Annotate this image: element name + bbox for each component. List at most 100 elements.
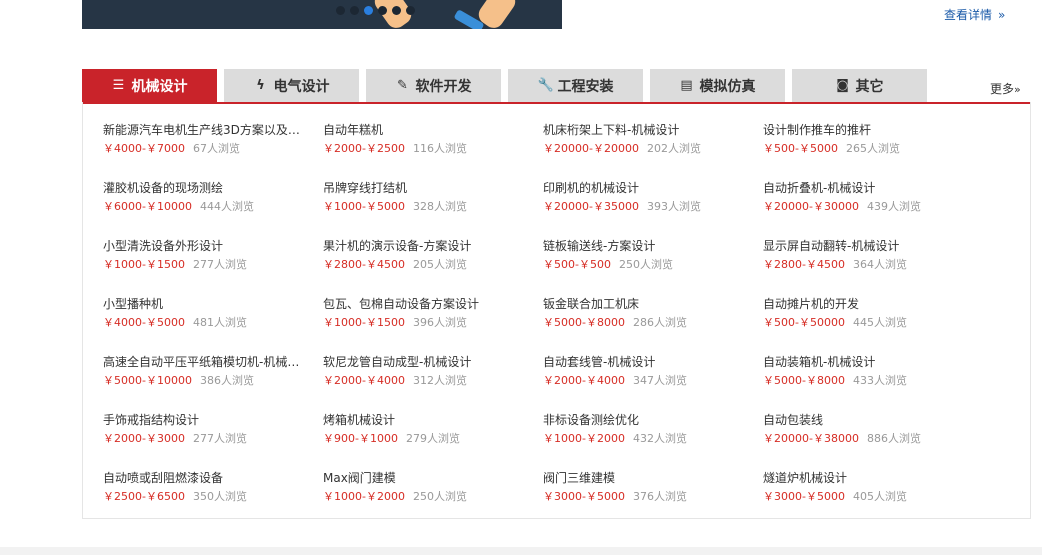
project-title-link[interactable]: 软尼龙管自动成型-机械设计: [323, 354, 523, 370]
project-title-link[interactable]: 链板输送线-方案设计: [543, 238, 743, 254]
project-title-link[interactable]: 机床桁架上下料-机械设计: [543, 122, 743, 138]
project-title-link[interactable]: 小型清洗设备外形设计: [103, 238, 303, 254]
project-title-link[interactable]: 自动套线管-机械设计: [543, 354, 743, 370]
project-title-link[interactable]: 显示屏自动翻转-机械设计: [763, 238, 963, 254]
project-title-link[interactable]: 非标设备测绘优化: [543, 412, 743, 428]
project-title-link[interactable]: 阀门三维建模: [543, 470, 743, 486]
project-title-link[interactable]: 印刷机的机械设计: [543, 180, 743, 196]
banner-carousel[interactable]: [82, 0, 562, 29]
project-item: 钣金联合加工机床 ￥5000-￥8000 286人浏览: [543, 296, 763, 354]
project-meta: ￥1000-￥1500 277人浏览: [103, 258, 323, 272]
carousel-dot[interactable]: [350, 6, 359, 15]
project-budget: ￥2800-￥4500: [763, 258, 845, 271]
wrench-icon: 🔧: [537, 78, 554, 93]
project-meta: ￥5000-￥10000 386人浏览: [103, 374, 323, 388]
project-title-link[interactable]: 手饰戒指结构设计: [103, 412, 303, 428]
project-meta: ￥20000-￥35000 393人浏览: [543, 200, 763, 214]
project-view-count: 444人浏览: [199, 200, 254, 213]
project-item: 自动折叠机-机械设计 ￥20000-￥30000 439人浏览: [763, 180, 983, 238]
project-title-link[interactable]: 设计制作推车的推杆: [763, 122, 963, 138]
project-item: 自动装箱机-机械设计 ￥5000-￥8000 433人浏览: [763, 354, 983, 412]
project-title-link[interactable]: 吊牌穿线打结机: [323, 180, 523, 196]
tab-edit[interactable]: ✎ 软件开发: [366, 69, 501, 102]
tab-lightning[interactable]: ϟ 电气设计: [224, 69, 359, 102]
tab-list[interactable]: ☰ 机械设计: [82, 69, 217, 102]
project-view-count: 347人浏览: [632, 374, 687, 387]
project-budget: ￥5000-￥8000: [543, 316, 625, 329]
project-item: 非标设备测绘优化 ￥1000-￥2000 432人浏览: [543, 412, 763, 470]
carousel-dot[interactable]: [364, 6, 373, 15]
project-title-link[interactable]: 新能源汽车电机生产线3D方案以及PLC…: [103, 122, 303, 138]
project-view-count: 250人浏览: [618, 258, 673, 271]
project-grid: 新能源汽车电机生产线3D方案以及PLC… ￥4000-￥7000 67人浏览 自动年糕…: [103, 122, 983, 528]
project-item: 印刷机的机械设计 ￥20000-￥35000 393人浏览: [543, 180, 763, 238]
project-budget: ￥3000-￥5000: [763, 490, 845, 503]
project-budget: ￥1000-￥2000: [543, 432, 625, 445]
project-budget: ￥20000-￥30000: [763, 200, 859, 213]
project-title-link[interactable]: 自动折叠机-机械设计: [763, 180, 963, 196]
project-item: 机床桁架上下料-机械设计 ￥20000-￥20000 202人浏览: [543, 122, 763, 180]
project-item: 自动套线管-机械设计 ￥2000-￥4000 347人浏览: [543, 354, 763, 412]
carousel-dot[interactable]: [392, 6, 401, 15]
project-meta: ￥2800-￥4500 205人浏览: [323, 258, 543, 272]
tab-label: 模拟仿真: [699, 78, 756, 95]
project-title-link[interactable]: 烤箱机械设计: [323, 412, 523, 428]
project-title-link[interactable]: 小型播种机: [103, 296, 303, 312]
project-meta: ￥1000-￥5000 328人浏览: [323, 200, 543, 214]
project-meta: ￥2800-￥4500 364人浏览: [763, 258, 983, 272]
tab-film[interactable]: ▤ 模拟仿真: [650, 69, 785, 102]
project-meta: ￥2000-￥2500 116人浏览: [323, 142, 543, 156]
project-title-link[interactable]: 高速全自动平压平纸箱模切机-机械设计: [103, 354, 303, 370]
project-budget: ￥500-￥500: [543, 258, 611, 271]
project-meta: ￥4000-￥7000 67人浏览: [103, 142, 323, 156]
project-budget: ￥4000-￥7000: [103, 142, 185, 155]
project-meta: ￥4000-￥5000 481人浏览: [103, 316, 323, 330]
carousel-dots[interactable]: [336, 6, 415, 15]
project-meta: ￥900-￥1000 279人浏览: [323, 432, 543, 446]
edit-icon: ✎: [397, 78, 408, 93]
project-budget: ￥2500-￥6500: [103, 490, 185, 503]
project-view-count: 279人浏览: [405, 432, 460, 445]
more-link[interactable]: 更多»: [990, 80, 1021, 97]
carousel-dot[interactable]: [336, 6, 345, 15]
project-meta: ￥1000-￥2000 250人浏览: [323, 490, 543, 504]
project-title-link[interactable]: 灌胶机设备的现场测绘: [103, 180, 303, 196]
project-meta: ￥5000-￥8000 433人浏览: [763, 374, 983, 388]
project-title-link[interactable]: 自动年糕机: [323, 122, 523, 138]
project-title-link[interactable]: 自动包装线: [763, 412, 963, 428]
project-view-count: 432人浏览: [632, 432, 687, 445]
chevron-right-icon: »: [1014, 83, 1021, 96]
project-title-link[interactable]: 钣金联合加工机床: [543, 296, 743, 312]
project-view-count: 481人浏览: [192, 316, 247, 329]
project-view-count: 393人浏览: [646, 200, 701, 213]
project-view-count: 376人浏览: [632, 490, 687, 503]
carousel-dot[interactable]: [406, 6, 415, 15]
project-meta: ￥500-￥5000 265人浏览: [763, 142, 983, 156]
project-item: 灌胶机设备的现场测绘 ￥6000-￥10000 444人浏览: [103, 180, 323, 238]
project-item: 自动摊片机的开发 ￥500-￥50000 445人浏览: [763, 296, 983, 354]
project-title-link[interactable]: 果汁机的演示设备-方案设计: [323, 238, 523, 254]
project-title-link[interactable]: 自动喷或刮阻燃漆设备: [103, 470, 303, 486]
project-budget: ￥1000-￥1500: [103, 258, 185, 271]
project-item: 设计制作推车的推杆 ￥500-￥5000 265人浏览: [763, 122, 983, 180]
project-item: 烤箱机械设计 ￥900-￥1000 279人浏览: [323, 412, 543, 470]
project-item: 燧道炉机械设计 ￥3000-￥5000 405人浏览: [763, 470, 983, 528]
project-budget: ￥1000-￥5000: [323, 200, 405, 213]
project-view-count: 445人浏览: [852, 316, 907, 329]
project-budget: ￥1000-￥2000: [323, 490, 405, 503]
footer-divider: [0, 547, 1042, 555]
project-view-count: 265人浏览: [845, 142, 900, 155]
tab-box[interactable]: ◙ 其它: [792, 69, 927, 102]
view-details-link[interactable]: 查看详情 »: [944, 6, 1005, 23]
tab-label: 其它: [855, 78, 884, 95]
project-budget: ￥4000-￥5000: [103, 316, 185, 329]
project-title-link[interactable]: 燧道炉机械设计: [763, 470, 963, 486]
project-title-link[interactable]: 自动摊片机的开发: [763, 296, 963, 312]
project-title-link[interactable]: 包瓦、包棉自动设备方案设计: [323, 296, 523, 312]
carousel-dot[interactable]: [378, 6, 387, 15]
project-title-link[interactable]: 自动装箱机-机械设计: [763, 354, 963, 370]
tab-wrench[interactable]: 🔧 工程安装: [508, 69, 643, 102]
project-view-count: 405人浏览: [852, 490, 907, 503]
project-title-link[interactable]: Max阀门建模: [323, 470, 523, 486]
project-budget: ￥2800-￥4500: [323, 258, 405, 271]
